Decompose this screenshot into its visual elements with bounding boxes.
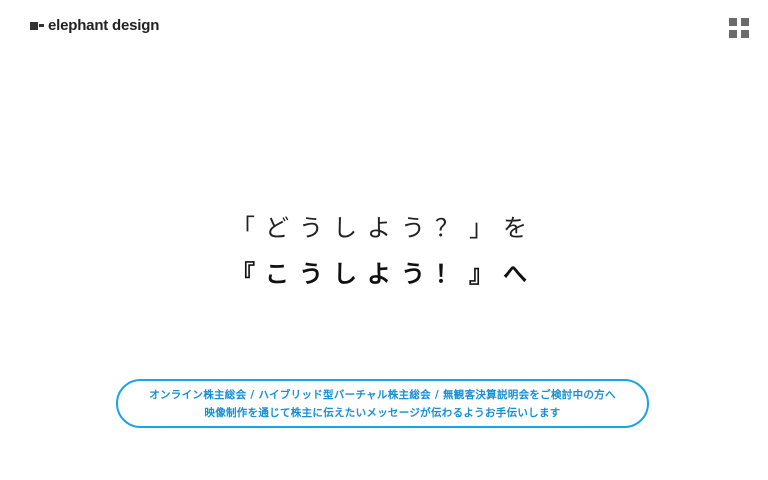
services-line-2: 映像制作を通じて株主に伝えたいメッセージが伝わるようお手伝いします <box>204 406 561 419</box>
logo-link[interactable]: elephant design <box>30 17 159 34</box>
services-line-1: オンライン株主総会 / ハイブリッド型バーチャル株主総会 / 無観客決算説明会を… <box>149 388 616 401</box>
hero-line-question: 「どうしよう？」を <box>231 214 537 242</box>
logo-text: elephant design <box>48 17 160 34</box>
grid-menu-button[interactable] <box>729 18 749 38</box>
page: elephant design 「どうしよう？」を 『こうしよう！』へ オンライ… <box>0 0 768 480</box>
hero-line-answer: 『こうしよう！』へ <box>231 260 537 288</box>
elephant-logo-icon <box>30 21 44 30</box>
hero-copy: 「どうしよう？」を 『こうしよう！』へ <box>0 205 768 297</box>
services-banner: オンライン株主総会 / ハイブリッド型バーチャル株主総会 / 無観客決算説明会を… <box>116 379 649 428</box>
grid-menu-icon <box>729 18 737 26</box>
